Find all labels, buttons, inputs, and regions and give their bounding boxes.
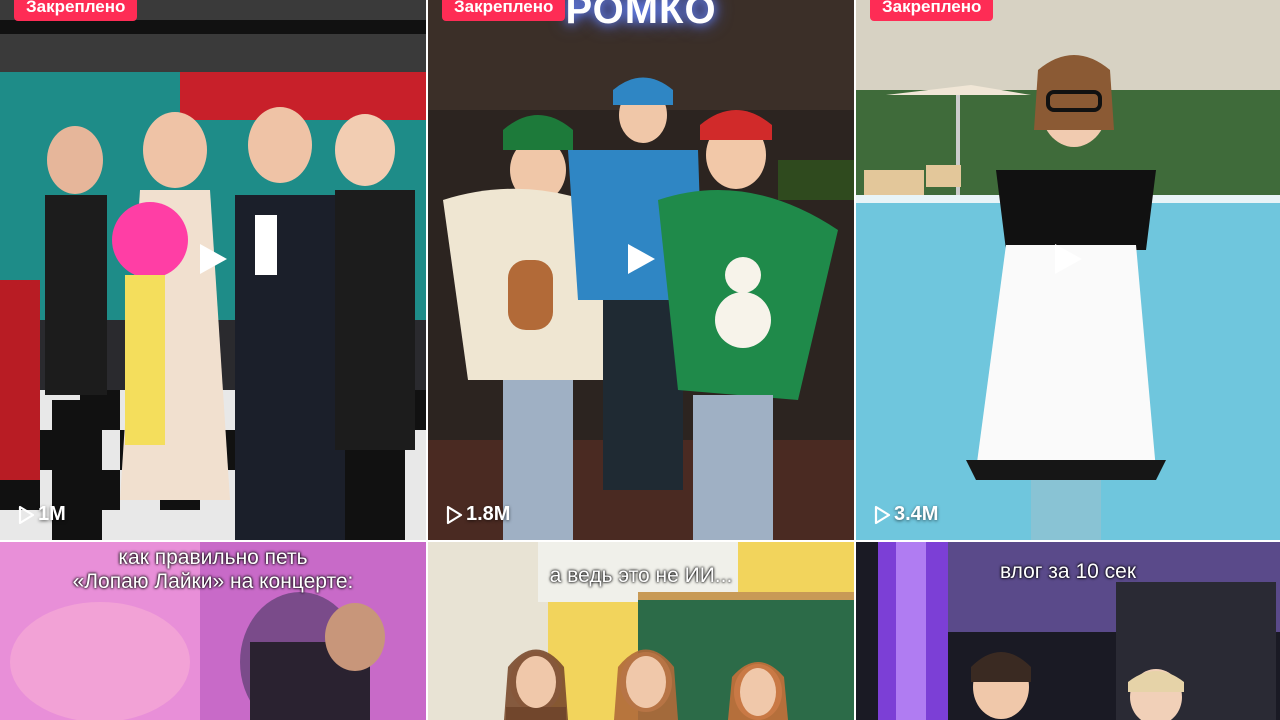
pinned-badge: Закреплено [14,0,138,21]
video-tile-6[interactable]: влог за 10 сек [856,542,1280,720]
pinned-badge: Закреплено [442,0,566,21]
view-count: 1.8M [444,503,510,526]
pinned-badge: Закреплено [870,0,994,21]
video-tile-3[interactable]: Закреплено 3.4M [856,0,1280,540]
view-count-text: 3.4M [894,503,939,525]
play-outline-icon [874,505,891,524]
video-tile-2[interactable]: РОМКО Закреплено 1.8M [428,0,854,540]
play-outline-icon [18,505,35,524]
play-outline-icon [446,505,463,524]
view-count-text: 1M [38,503,66,525]
play-icon [628,244,655,275]
channel-logo-text: РОМКО [565,0,717,32]
video-caption: влог за 10 сек [999,560,1137,583]
video-tile-1[interactable]: Закреплено 1M [0,0,426,540]
video-tile-4[interactable]: как правильно петь «Лопаю Лайки» на конц… [0,542,426,720]
play-icon [1055,244,1082,275]
video-grid: Закреплено 1M РОМКО Закреплено 1.8M Закр… [0,0,1280,720]
play-icon [200,244,227,275]
view-count: 1M [16,503,66,526]
view-count-text: 1.8M [466,503,511,525]
view-count: 3.4M [872,503,938,526]
video-tile-5[interactable]: а ведь это не ИИ... [428,542,854,720]
video-caption: как правильно петь «Лопаю Лайки» на конц… [72,546,354,593]
video-caption: а ведь это не ИИ... [549,564,733,587]
